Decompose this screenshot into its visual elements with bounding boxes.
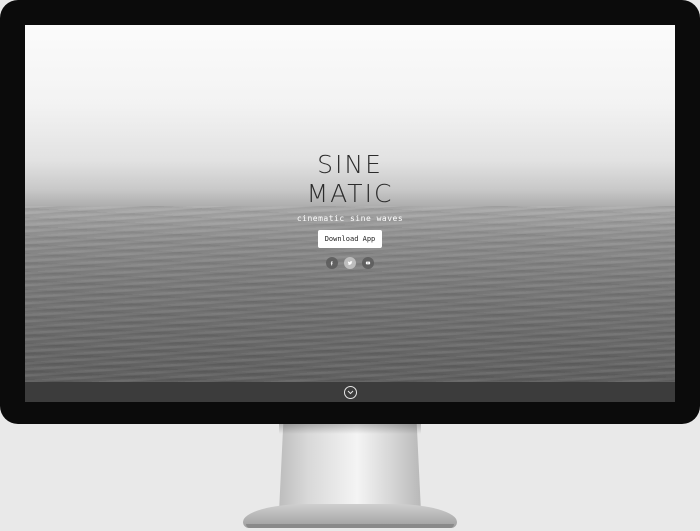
download-app-button[interactable]: Download App [317,230,383,248]
monitor-stand-neck [279,424,421,512]
screen: SINE MATIC cinematic sine waves Download… [25,25,675,402]
social-links [25,257,675,269]
site-title-line1: SINE [317,150,383,179]
site-title: SINE MATIC [25,150,675,208]
youtube-icon[interactable] [362,257,374,269]
monitor-stand-edge [246,524,454,528]
tagline: cinematic sine waves [296,214,404,223]
site-title-line2: MATIC [306,179,394,208]
twitter-icon[interactable] [344,257,356,269]
chevron-down-icon [347,390,353,394]
scroll-down-button[interactable] [343,385,357,399]
bottom-bar [25,382,675,402]
monitor-bezel: SINE MATIC cinematic sine waves Download… [0,0,700,424]
hero: SINE MATIC cinematic sine waves Download… [25,150,675,269]
stand-shadow [279,424,421,434]
facebook-icon[interactable] [326,257,338,269]
